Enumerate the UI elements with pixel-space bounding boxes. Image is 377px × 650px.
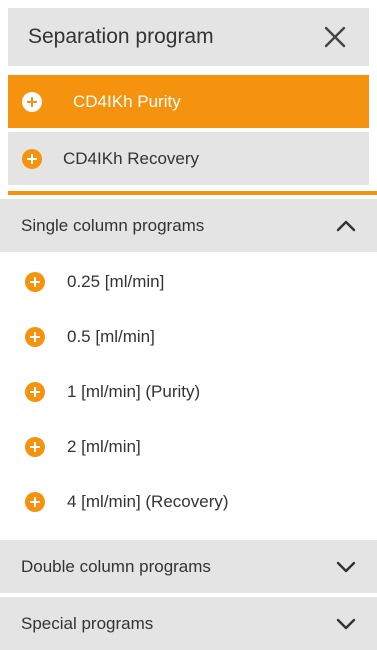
list-item-label: 2 [ml/min]: [67, 436, 141, 456]
list-item[interactable]: 0.25 [ml/min]: [0, 254, 377, 309]
plus-circle-icon: [25, 491, 45, 512]
close-button[interactable]: [313, 15, 357, 59]
program-item-cd4ikh-purity[interactable]: CD4IKh Purity: [8, 75, 369, 128]
program-label: CD4IKh Recovery: [63, 148, 200, 168]
list-item[interactable]: 1 [ml/min] (Purity): [0, 364, 377, 419]
section-header-single-column[interactable]: Single column programs: [0, 199, 377, 252]
plus-circle-icon: [25, 326, 45, 347]
panel-title: Separation program: [28, 25, 214, 48]
section-header-special[interactable]: Special programs: [0, 597, 377, 650]
program-label: CD4IKh Purity: [73, 91, 181, 111]
panel-header: Separation program: [0, 0, 377, 71]
list-item[interactable]: 4 [ml/min] (Recovery): [0, 474, 377, 529]
list-item[interactable]: 2 [ml/min]: [0, 419, 377, 474]
plus-circle-icon: [22, 91, 42, 112]
program-list: CD4IKh Purity CD4IKh Recovery: [8, 75, 369, 186]
list-item-label: 0.25 [ml/min]: [67, 271, 165, 291]
plus-circle-icon: [22, 148, 42, 169]
list-item-label: 0.5 [ml/min]: [67, 326, 155, 346]
plus-circle-icon: [25, 381, 45, 402]
chevron-up-icon: [335, 215, 357, 237]
single-column-program-list: 0.25 [ml/min] 0.5 [ml/min] 1 [ml/min] (P…: [0, 254, 377, 529]
list-item-label: 4 [ml/min] (Recovery): [67, 491, 229, 511]
program-item-cd4ikh-recovery[interactable]: CD4IKh Recovery: [8, 132, 369, 185]
list-item-label: 1 [ml/min] (Purity): [67, 381, 201, 401]
section-header-double-column[interactable]: Double column programs: [0, 540, 377, 593]
plus-circle-icon: [25, 436, 45, 457]
section-label: Single column programs: [21, 215, 205, 235]
section-label: Double column programs: [21, 556, 211, 576]
panel-header-bar: Separation program: [8, 8, 369, 66]
chevron-down-icon: [335, 556, 357, 578]
chevron-down-icon: [335, 613, 357, 635]
list-item[interactable]: 0.5 [ml/min]: [0, 309, 377, 364]
accent-divider: [8, 191, 377, 195]
plus-circle-icon: [25, 271, 45, 292]
section-label: Special programs: [21, 613, 154, 633]
close-icon: [324, 26, 346, 48]
separation-program-panel: Separation program CD4IKh Purity CD4IKh …: [0, 0, 377, 650]
